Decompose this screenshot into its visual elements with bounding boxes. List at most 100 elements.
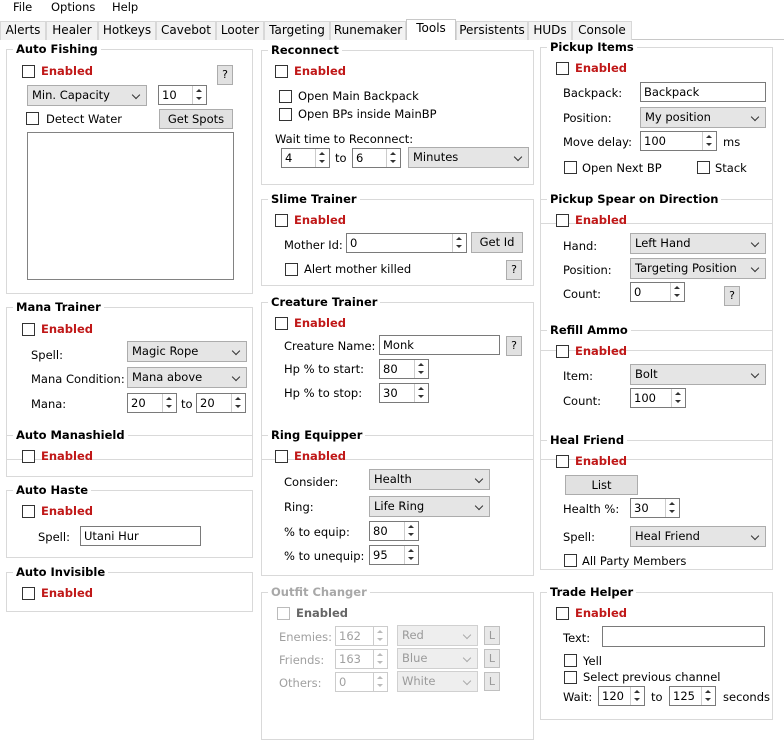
auto-manashield-enabled-checkbox[interactable] [22,450,35,463]
get-id-button[interactable]: Get Id [471,232,523,253]
ring-equipper-enabled-checkbox[interactable] [275,450,288,463]
menu-help[interactable]: Help [112,0,138,14]
spinner-arrows-icon[interactable] [630,687,644,705]
reconnect-enabled-checkbox[interactable] [275,65,288,78]
friends-stepper[interactable]: 163 [335,649,388,669]
tab-console[interactable]: Console [572,21,632,40]
trade-helper-enabled-checkbox[interactable] [556,607,569,620]
spinner-arrows-icon[interactable] [192,86,206,104]
spear-position-select[interactable]: Targeting Position [630,258,766,279]
heal-friend-health-stepper[interactable]: 30 [630,498,680,518]
fishing-spots-list[interactable] [27,132,234,280]
trade-wait-min-stepper[interactable]: 120 [598,686,645,706]
enemies-stepper[interactable]: 162 [335,626,388,646]
mana-trainer-enabled-checkbox[interactable] [22,323,35,336]
heal-friend-spell-select[interactable]: Heal Friend [630,526,766,547]
spinner-arrows-icon[interactable] [414,384,428,402]
select-prev-channel-checkbox[interactable] [564,671,577,684]
slime-trainer-help-button[interactable]: ? [506,260,522,280]
menu-file[interactable]: File [13,0,32,14]
tab-tools[interactable]: Tools [406,19,456,41]
auto-fishing-condition-select[interactable]: Min. Capacity [27,85,147,106]
mana-max-stepper[interactable]: 20 [196,393,246,413]
auto-haste-spell-input[interactable]: Utani Hur [80,526,201,546]
spear-count-stepper[interactable]: 0 [630,282,685,302]
reconnect-unit-select[interactable]: Minutes [408,147,529,168]
spinner-arrows-icon[interactable] [701,687,715,705]
spinner-arrows-icon[interactable] [373,627,387,645]
menu-options[interactable]: Options [51,0,95,14]
get-spots-button[interactable]: Get Spots [159,109,233,129]
spinner-arrows-icon[interactable] [315,149,329,167]
spinner-arrows-icon[interactable] [670,283,684,301]
spinner-arrows-icon[interactable] [162,394,176,412]
open-main-backpack-checkbox[interactable] [279,90,292,103]
spinner-arrows-icon[interactable] [665,499,679,517]
spinner-arrows-icon[interactable] [373,673,387,691]
backpack-input[interactable]: Backpack [640,82,766,102]
mother-id-stepper[interactable]: 0 [346,233,467,253]
slime-trainer-enabled-checkbox[interactable] [275,214,288,227]
spinner-arrows-icon[interactable] [452,234,466,252]
tab-targeting[interactable]: Targeting [264,21,330,40]
tab-huds[interactable]: HUDs [528,21,572,40]
tab-healer[interactable]: Healer [46,21,98,40]
auto-haste-enabled-checkbox[interactable] [22,505,35,518]
others-stepper[interactable]: 0 [335,672,388,692]
alert-mother-killed-checkbox[interactable] [285,263,298,276]
detect-water-checkbox[interactable] [26,112,39,125]
ring-unequip-stepper[interactable]: 95 [369,545,419,565]
spinner-arrows-icon[interactable] [702,132,716,150]
consider-select[interactable]: Health [369,469,490,490]
move-delay-stepper[interactable]: 100 [640,131,717,151]
spinner-arrows-icon[interactable] [386,149,400,167]
all-party-checkbox[interactable] [564,554,577,567]
auto-fishing-help-button[interactable]: ? [217,65,233,85]
hp-stop-stepper[interactable]: 30 [379,383,429,403]
spinner-arrows-icon[interactable] [231,394,245,412]
tab-cavebot[interactable]: Cavebot [156,21,216,40]
trade-text-input[interactable] [602,626,765,647]
auto-invisible-enabled-checkbox[interactable] [22,587,35,600]
ring-equip-stepper[interactable]: 80 [369,521,419,541]
open-bps-inside-checkbox[interactable] [279,108,292,121]
auto-fishing-enabled-checkbox[interactable] [22,65,35,78]
tab-hotkeys[interactable]: Hotkeys [98,21,156,40]
hand-select[interactable]: Left Hand [630,233,766,254]
ammo-item-select[interactable]: Bolt [630,364,766,385]
tab-runemaker[interactable]: Runemaker [330,21,406,40]
creature-name-input[interactable]: Monk [379,335,500,355]
pickup-position-select[interactable]: My position [640,107,766,128]
trade-wait-max-stepper[interactable]: 125 [669,686,716,706]
spinner-arrows-icon[interactable] [373,650,387,668]
auto-fishing-value-stepper[interactable]: 10 [158,85,207,105]
tab-alerts[interactable]: Alerts [0,21,46,40]
friends-color-select[interactable]: Blue [397,648,478,669]
friends-l-button[interactable]: L [484,649,500,668]
enemies-l-button[interactable]: L [484,626,500,645]
tab-looter[interactable]: Looter [216,21,264,40]
outfit-changer-enabled-checkbox[interactable] [277,607,290,620]
reconnect-max-stepper[interactable]: 6 [352,148,401,168]
ammo-count-stepper[interactable]: 100 [630,388,686,408]
pickup-items-enabled-checkbox[interactable] [556,62,569,75]
spinner-arrows-icon[interactable] [671,389,685,407]
tab-persistents[interactable]: Persistents [456,21,528,40]
spinner-arrows-icon[interactable] [404,546,418,564]
hp-start-stepper[interactable]: 80 [379,359,429,379]
pickup-spear-enabled-checkbox[interactable] [556,214,569,227]
mana-min-stepper[interactable]: 20 [127,393,177,413]
spinner-arrows-icon[interactable] [404,522,418,540]
others-color-select[interactable]: White [397,671,478,692]
pickup-spear-help-button[interactable]: ? [724,286,740,306]
spinner-arrows-icon[interactable] [414,360,428,378]
refill-ammo-enabled-checkbox[interactable] [556,345,569,358]
heal-friend-enabled-checkbox[interactable] [556,455,569,468]
creature-trainer-enabled-checkbox[interactable] [275,317,288,330]
others-l-button[interactable]: L [484,672,500,691]
enemies-color-select[interactable]: Red [397,625,478,646]
creature-trainer-help-button[interactable]: ? [506,336,522,356]
yell-checkbox[interactable] [564,654,577,667]
ring-select[interactable]: Life Ring [369,496,490,517]
mana-condition-select[interactable]: Mana above [127,367,247,388]
